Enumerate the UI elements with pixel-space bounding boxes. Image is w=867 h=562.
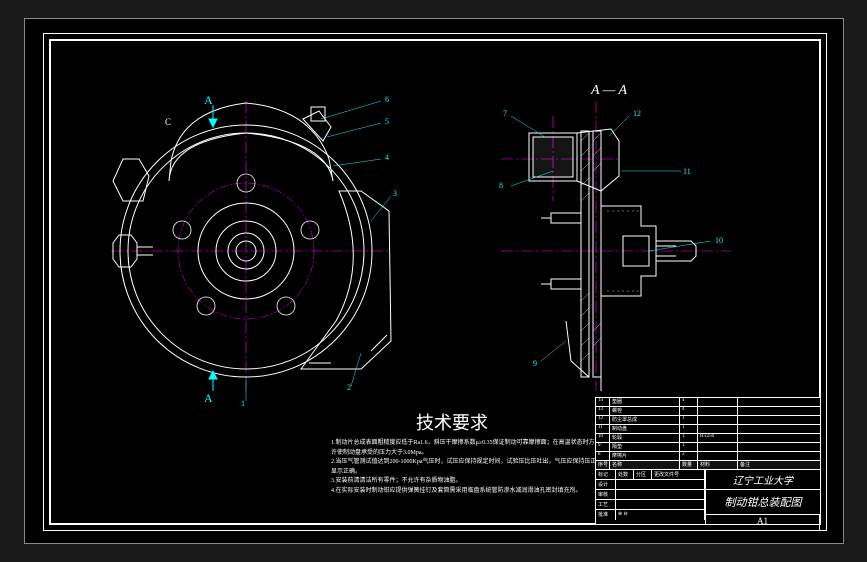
bom-mat	[698, 407, 738, 415]
callout-6: 6	[385, 95, 389, 104]
bom-qty: 1	[680, 416, 698, 424]
tech-line: 2.当压气管测试值达到200-1000Kpa气压时，试压应保持规定时间，试验压比…	[331, 458, 611, 477]
bom-mat	[698, 443, 738, 451]
bom-note	[738, 443, 820, 451]
title-block-right: 辽宁工业大学 制动钳总装配图 A1	[706, 470, 820, 524]
view-label-c: C	[165, 117, 171, 127]
tb-c4: 更改文件号	[652, 470, 705, 479]
callout-7: 7	[503, 109, 507, 118]
callout-12: 12	[633, 109, 641, 118]
bom-note	[738, 398, 820, 406]
bom-mat	[698, 416, 738, 424]
tech-line: 3.安装前清清洁所有零件；不允许有杂质物油脂。	[331, 477, 611, 487]
school-name: 辽宁工业大学	[706, 470, 820, 490]
bom-qty: 4	[680, 398, 698, 406]
bom-no: 14	[596, 398, 610, 406]
callout-2: 2	[347, 383, 351, 392]
tb-role: 工艺	[596, 500, 616, 509]
section-mark-top: A	[204, 93, 213, 108]
tb-role: 设计	[596, 480, 616, 489]
tb-c2: 处数	[616, 470, 634, 479]
tb-sig	[616, 500, 705, 509]
bom-hdr-no: 序号	[596, 461, 610, 469]
tech-req-body: 1.制动片总成表面粗糙度应低于Ra1.6，斜压干摩擦系数μ≥0.35保证制动可靠…	[331, 439, 611, 497]
tb-sig	[616, 490, 705, 499]
tech-line: 4.在实际安装时制动钳应提供弹簧挂钉及套筒需采用临盘系统管防渗水减润滑油孔密封填…	[331, 487, 611, 497]
drawing-frame: A A C 6 5 4 3 2 1 A — A 7 12 8 11 10 9 技…	[49, 39, 821, 525]
callout-4: 4	[385, 153, 389, 162]
section-mark-bottom: A	[204, 391, 213, 406]
callout-10: 10	[715, 236, 723, 245]
drawing-title: 制动钳总装配图	[706, 490, 820, 515]
bom-name: 隔垫	[610, 443, 680, 451]
bom-hdr-name: 名称	[610, 461, 680, 469]
bom-name: 轮毂	[610, 434, 680, 442]
callout-3: 3	[393, 189, 397, 198]
callout-8: 8	[499, 181, 503, 190]
tb-role: 批准	[596, 510, 616, 520]
bom-qty: 4	[680, 407, 698, 415]
cad-canvas: A A C 6 5 4 3 2 1 A — A 7 12 8 11 10 9 技…	[24, 18, 844, 544]
bom-no: 8	[596, 452, 610, 460]
bom-hdr-mat: 材料	[698, 461, 738, 469]
tb-role: 审核	[596, 490, 616, 499]
section-title: A — A	[591, 83, 627, 99]
bom-qty: 1	[680, 443, 698, 451]
tb-label: 标记	[596, 470, 616, 479]
bom-no: 11	[596, 425, 610, 433]
bom-name: 垫圈	[610, 398, 680, 406]
callout-5: 5	[385, 117, 389, 126]
bom-mat	[698, 398, 738, 406]
bom-name: 防尘罩总成	[610, 416, 680, 424]
bom-hdr-qty: 数量	[680, 461, 698, 469]
bom-name: 制动盘	[610, 425, 680, 433]
bom-name: 螺栓	[610, 407, 680, 415]
bom-no: 10	[596, 434, 610, 442]
bom-hdr-note: 备注	[738, 461, 820, 469]
bom-qty: 2	[680, 452, 698, 460]
title-block: 14垫圈4 13螺栓4 12防尘罩总成1 11制动盘1 10轮毂1HT250 9…	[595, 397, 821, 525]
bom-no: 12	[596, 416, 610, 424]
bom-note	[738, 425, 820, 433]
callout-1: 1	[241, 399, 245, 408]
bom-note	[738, 407, 820, 415]
title-block-left: 标记处数分区更改文件号 设计 审核 工艺 批准⊕ ⊖	[596, 470, 706, 524]
tech-line: 1.制动片总成表面粗糙度应低于Ra1.6，斜压干摩擦系数μ≥0.35保证制动可靠…	[331, 439, 611, 458]
callout-11: 11	[683, 167, 691, 176]
bom-mat	[698, 425, 738, 433]
bom-mat: HT250	[698, 434, 738, 442]
tb-c3: 分区	[634, 470, 652, 479]
bom-no: 9	[596, 443, 610, 451]
bom-no: 13	[596, 407, 610, 415]
bom-mat	[698, 452, 738, 460]
tech-req-title: 技术要求	[416, 409, 488, 435]
sheet-size: A1	[706, 515, 820, 530]
bom-note	[738, 434, 820, 442]
bom-qty: 1	[680, 434, 698, 442]
bom-note	[738, 452, 820, 460]
projection-symbol: ⊕ ⊖	[616, 510, 705, 520]
tb-sig	[616, 480, 705, 489]
callout-9: 9	[533, 359, 537, 368]
bom-note	[738, 416, 820, 424]
bom-name: 摩擦片	[610, 452, 680, 460]
bom-qty: 1	[680, 425, 698, 433]
